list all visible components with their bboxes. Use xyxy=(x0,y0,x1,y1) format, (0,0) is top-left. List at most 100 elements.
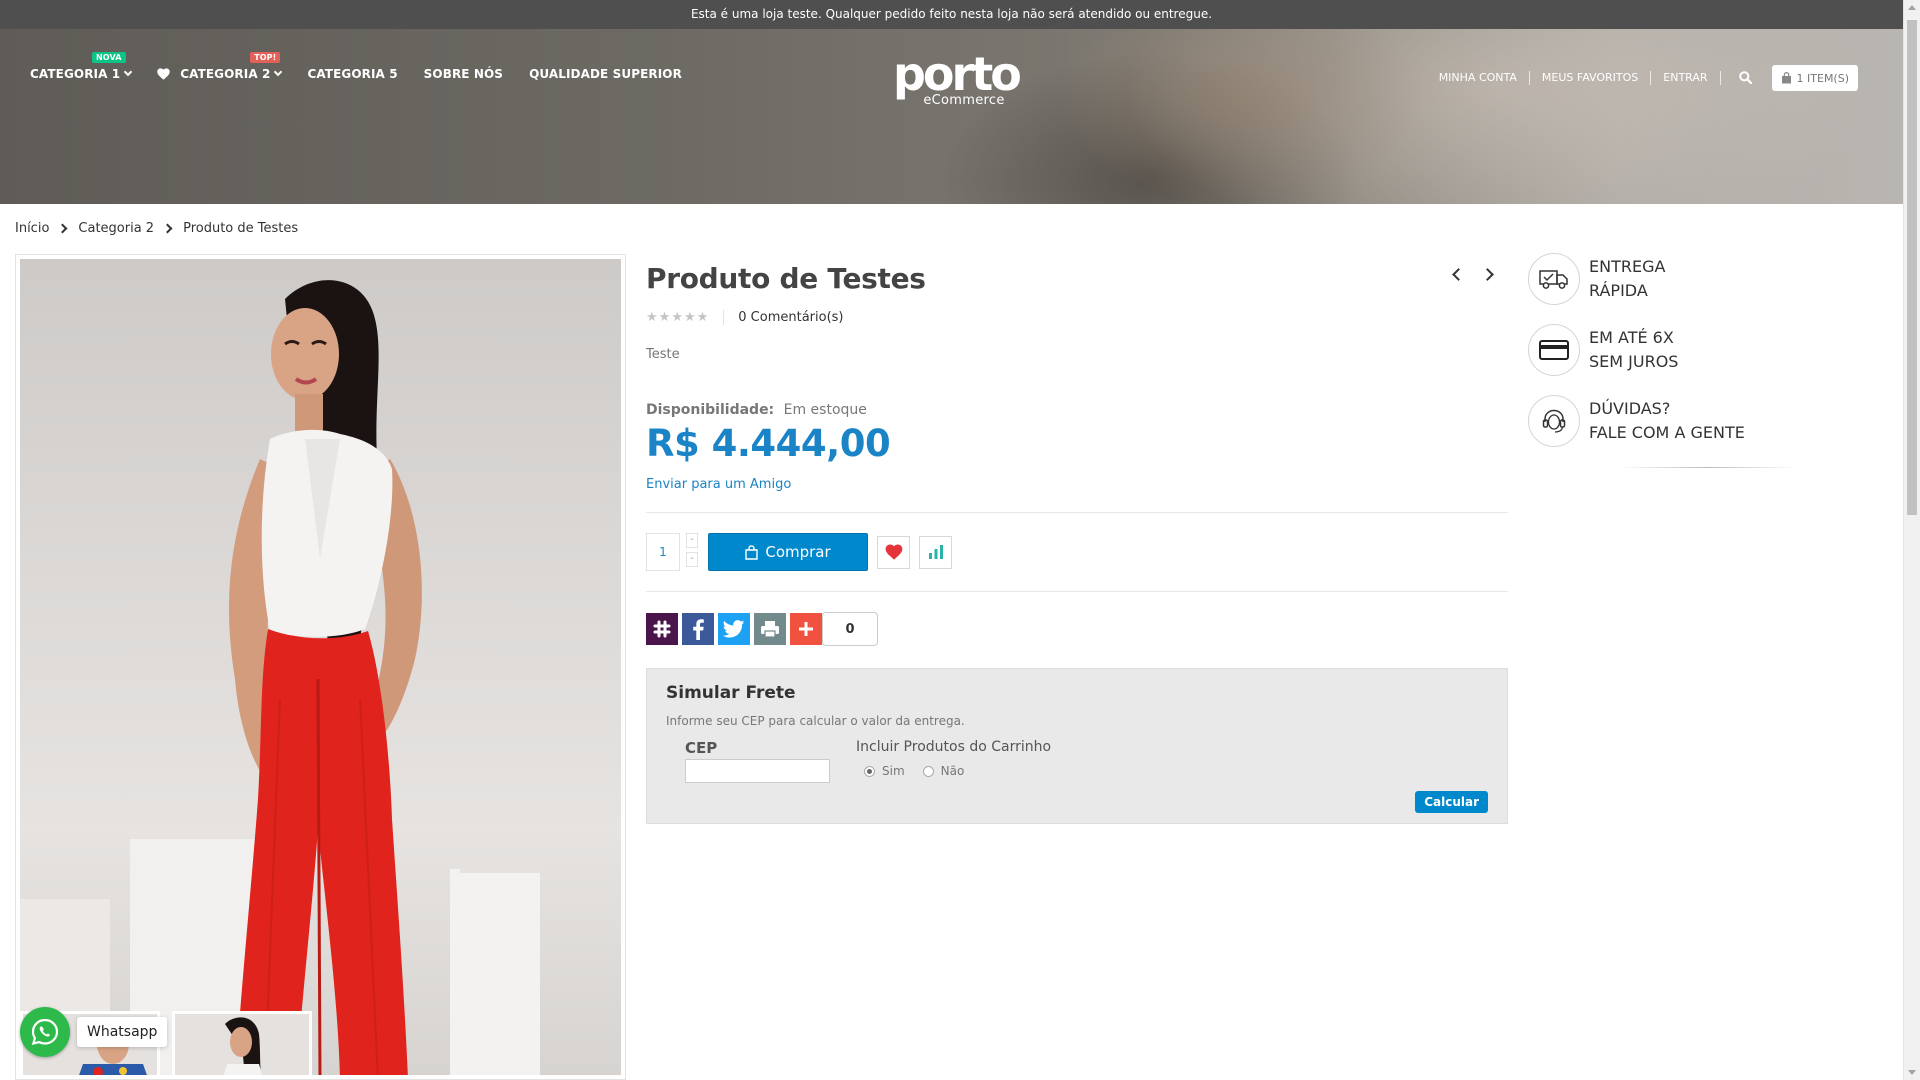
cep-input[interactable] xyxy=(685,759,830,783)
availability-label: Disponibilidade: xyxy=(646,402,775,418)
product-gallery xyxy=(15,254,626,1080)
heart-icon xyxy=(885,544,902,560)
facebook-icon xyxy=(693,619,704,640)
shipping-title: Simular Frete xyxy=(666,683,796,703)
credit-card-icon xyxy=(1528,324,1580,376)
nav-label: SOBRE NÓS xyxy=(423,67,504,81)
star-icon: ★ xyxy=(658,310,672,325)
model-photo xyxy=(20,280,540,1075)
breadcrumb-current: Produto de Testes xyxy=(183,221,299,236)
printer-icon xyxy=(761,621,779,638)
store-benefits: ENTREGA RÁPIDA EM ATÉ 6X SEM JUROS DÚVID… xyxy=(1528,253,1813,468)
radio-no[interactable] xyxy=(922,765,934,777)
chevron-right-icon xyxy=(162,223,173,234)
short-description: Teste xyxy=(646,347,680,362)
product-ratings: ★ ★ ★ ★ ★ 0 Comentário(s) xyxy=(646,310,1508,325)
shipping-simulator: Simular Frete Informe seu CEP para calcu… xyxy=(646,668,1508,824)
nav-label: CATEGORIA 2 xyxy=(180,67,271,81)
compare-button[interactable] xyxy=(919,535,952,569)
account-links: MINHA CONTA MEUS FAVORITOS ENTRAR 1 ITEM… xyxy=(1427,65,1858,91)
nav-item-sobre-nos[interactable]: SOBRE NÓS xyxy=(424,67,503,81)
quantity-input[interactable]: 1 xyxy=(646,533,680,571)
product-title: Produto de Testes xyxy=(646,262,926,295)
product-info: Produto de Testes ★ ★ ★ ★ ★ 0 Comentário… xyxy=(646,254,1508,824)
main-nav: CATEGORIA 1 NOVA CATEGORIA 2 TOP! CATEGO… xyxy=(30,52,708,81)
divider xyxy=(646,512,1508,513)
my-favorites-link[interactable]: MEUS FAVORITOS xyxy=(1530,71,1652,85)
star-icon: ★ xyxy=(671,310,684,325)
availability-value: Em estoque xyxy=(783,402,867,418)
whatsapp-label[interactable]: Whatsapp xyxy=(77,1017,168,1047)
login-link[interactable]: ENTRAR xyxy=(1651,71,1721,85)
qty-increase-button[interactable]: - xyxy=(686,533,698,548)
headset-icon xyxy=(1528,395,1580,447)
breadcrumb-home[interactable]: Início xyxy=(15,221,49,236)
whatsapp-icon[interactable] xyxy=(20,1007,70,1057)
nav-item-categoria-2[interactable]: CATEGORIA 2 TOP! xyxy=(157,52,283,81)
calculate-button[interactable]: Calcular xyxy=(1415,791,1488,813)
product-navigation xyxy=(1444,268,1502,281)
buy-label: Comprar xyxy=(765,543,831,561)
benefit-text: ENTREGA RÁPIDA xyxy=(1589,257,1666,300)
radio-yes[interactable] xyxy=(864,765,875,777)
breadcrumb-category[interactable]: Categoria 2 xyxy=(78,221,154,236)
logo-wordmark: porto xyxy=(893,47,1022,101)
breadcrumb: Início Categoria 2 Produto de Testes xyxy=(15,221,298,236)
facebook-share-button[interactable] xyxy=(682,613,714,645)
chevron-down-icon xyxy=(123,67,133,77)
cart-button[interactable]: 1 ITEM(S) xyxy=(1771,65,1858,91)
benefit-fast-delivery: ENTREGA RÁPIDA xyxy=(1528,253,1813,305)
nav-item-qualidade-superior[interactable]: QUALIDADE SUPERIOR xyxy=(529,67,682,81)
page-scrollbar[interactable] xyxy=(1903,0,1920,1080)
availability: Disponibilidade: Em estoque xyxy=(646,402,1508,418)
bar-chart-icon xyxy=(928,545,943,559)
test-store-notice: Esta é uma loja teste. Qualquer pedido f… xyxy=(0,0,1903,29)
scroll-up-arrow-icon[interactable] xyxy=(1908,5,1916,10)
benefit-installments: EM ATÉ 6X SEM JUROS xyxy=(1528,324,1813,376)
star-icon: ★ xyxy=(646,310,659,325)
plus-icon xyxy=(799,622,813,636)
chevron-left-icon[interactable] xyxy=(1452,268,1465,281)
more-share-button[interactable] xyxy=(790,613,822,645)
chevron-down-icon xyxy=(274,67,283,77)
nav-label: CATEGORIA 1 xyxy=(30,67,121,81)
radio-yes-label: Sim xyxy=(882,764,905,778)
truck-icon xyxy=(1528,253,1580,305)
heart-icon xyxy=(157,68,170,80)
qty-decrease-button[interactable]: - xyxy=(686,552,698,567)
star-icon: ★ xyxy=(683,310,697,325)
benefit-support: DÚVIDAS? FALE COM A GENTE xyxy=(1528,395,1813,447)
slack-icon xyxy=(653,620,671,638)
cart-count: 1 ITEM(S) xyxy=(1796,71,1849,85)
share-buttons: 0 xyxy=(646,612,1508,646)
nav-label: QUALIDADE SUPERIOR xyxy=(529,67,682,81)
quantity-stepper: - - xyxy=(686,533,698,571)
comments-link[interactable]: 0 Comentário(s) xyxy=(738,310,843,325)
add-to-wishlist-button[interactable] xyxy=(877,535,910,569)
divider xyxy=(646,591,1508,592)
radio-no-label: Não xyxy=(940,764,965,778)
scroll-down-arrow-icon[interactable] xyxy=(1908,1070,1916,1075)
benefit-text: EM ATÉ 6X SEM JUROS xyxy=(1589,328,1679,371)
site-logo[interactable]: porto eCommerce xyxy=(893,47,1022,108)
print-share-button[interactable] xyxy=(754,613,786,645)
send-to-friend-link[interactable]: Enviar para um Amigo xyxy=(646,477,1508,492)
nav-item-categoria-5[interactable]: CATEGORIA 5 xyxy=(307,67,397,81)
whatsapp-widget[interactable]: Whatsapp xyxy=(20,1007,168,1057)
shopping-bag-icon xyxy=(745,544,759,560)
thumbnail-image xyxy=(223,1017,263,1075)
nav-item-categoria-1[interactable]: CATEGORIA 1 NOVA xyxy=(30,52,133,81)
scrollbar-thumb[interactable] xyxy=(1907,20,1917,515)
slack-share-button[interactable] xyxy=(646,613,678,645)
site-header: CATEGORIA 1 NOVA CATEGORIA 2 TOP! CATEGO… xyxy=(0,29,1903,204)
shipping-description: Informe seu CEP para calcular o valor da… xyxy=(666,714,965,728)
twitter-share-button[interactable] xyxy=(718,613,750,645)
product-main-image[interactable] xyxy=(20,259,621,1075)
search-icon[interactable] xyxy=(1738,69,1752,88)
badge-top: TOP! xyxy=(250,52,281,63)
nav-label: CATEGORIA 5 xyxy=(307,67,398,81)
my-account-link[interactable]: MINHA CONTA xyxy=(1427,71,1530,85)
product-thumbnail[interactable] xyxy=(172,1011,312,1075)
chevron-right-icon[interactable] xyxy=(1481,268,1494,281)
buy-button[interactable]: Comprar xyxy=(708,533,868,571)
